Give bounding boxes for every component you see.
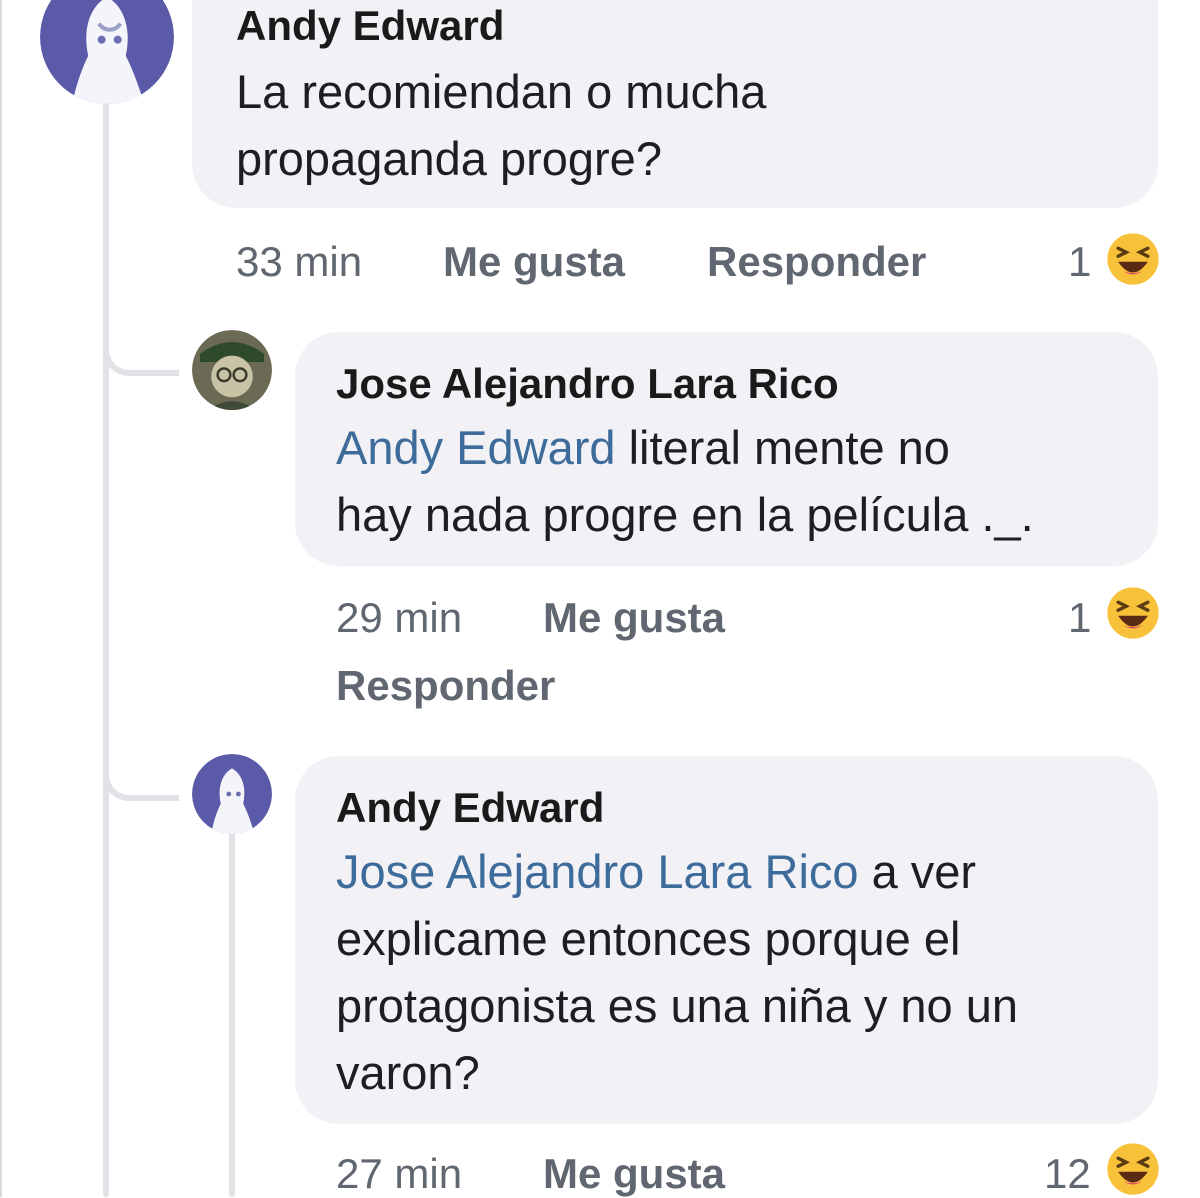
thread-branch	[103, 330, 179, 376]
like-button[interactable]: Me gusta	[443, 238, 625, 286]
haha-emoji-icon[interactable]	[1106, 586, 1160, 640]
mention-link[interactable]: Jose Alejandro Lara Rico	[336, 845, 859, 898]
like-button[interactable]: Me gusta	[543, 1150, 725, 1198]
comment-text-line: propaganda progre?	[236, 132, 662, 185]
comment-text-fragment: literal mente no	[615, 421, 950, 474]
comment-author[interactable]: Andy Edward	[336, 784, 604, 832]
comment-timestamp: 27 min	[336, 1150, 463, 1197]
comment-text: Andy Edward literal mente no hay nada pr…	[336, 414, 1034, 548]
left-edge-divider	[0, 0, 2, 1197]
reply-button[interactable]: Responder	[336, 662, 555, 710]
comment-timestamp: 33 min	[236, 238, 363, 285]
avatar[interactable]	[192, 330, 272, 410]
like-button[interactable]: Me gusta	[543, 594, 725, 642]
comment-text-line: explicame entonces porque el	[336, 912, 961, 965]
comment-text-fragment: a ver	[858, 845, 977, 898]
reaction-count[interactable]: 1	[1068, 238, 1091, 286]
avatar[interactable]	[192, 754, 272, 834]
comment-author[interactable]: Jose Alejandro Lara Rico	[336, 360, 839, 408]
comment-timestamp: 29 min	[336, 594, 463, 641]
reply-thread-line	[229, 830, 235, 1197]
thread-branch	[103, 755, 179, 801]
reaction-count[interactable]: 12	[1044, 1150, 1091, 1198]
reaction-count[interactable]: 1	[1068, 594, 1091, 642]
comment-text-line: La recomiendan o mucha	[236, 65, 767, 118]
comment-text-line: protagonista es una niña y no un	[336, 979, 1019, 1032]
mention-link[interactable]: Andy Edward	[336, 421, 616, 474]
comment-text-line: Jose Alejandro Lara Rico a ver	[336, 838, 1018, 905]
comment-text: La recomiendan o mucha propaganda progre…	[236, 58, 766, 192]
comment-text: Jose Alejandro Lara Rico a ver explicame…	[336, 838, 1018, 1106]
comment-text-line: hay nada progre en la película ._.	[336, 488, 1034, 541]
comment-author[interactable]: Andy Edward	[236, 2, 504, 50]
thread-line	[103, 100, 109, 1197]
reply-button[interactable]: Responder	[707, 238, 926, 286]
haha-emoji-icon[interactable]	[1106, 232, 1160, 286]
avatar[interactable]	[40, 0, 174, 104]
haha-emoji-icon[interactable]	[1106, 1142, 1160, 1196]
comment-text-line: Andy Edward literal mente no	[336, 414, 1034, 481]
comment-text-line: varon?	[336, 1046, 480, 1099]
